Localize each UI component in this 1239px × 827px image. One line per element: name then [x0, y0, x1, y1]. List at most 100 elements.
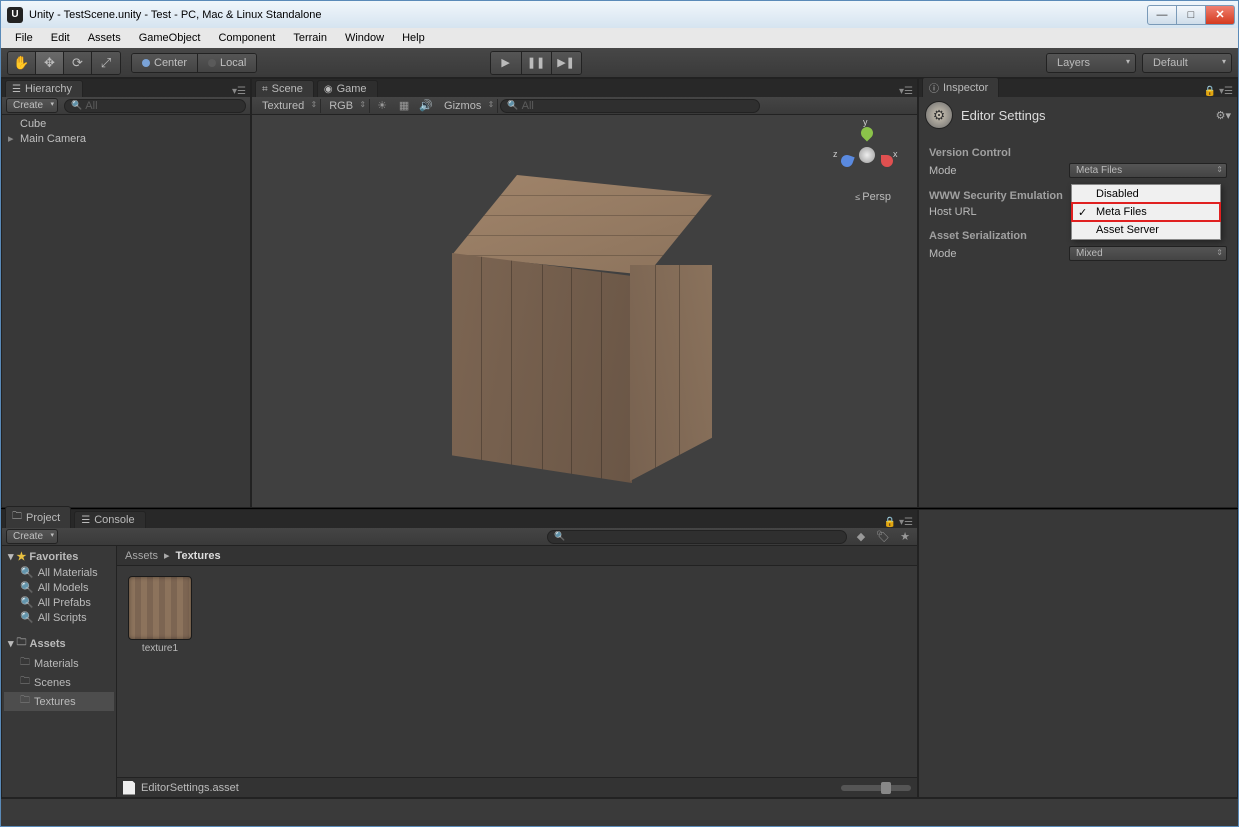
project-panel: 🗀Project ☰Console 🔒 ▾☰ Create 🔍 ◆ 🏷 ★: [1, 509, 918, 798]
scene-search-input[interactable]: 🔍 All: [500, 99, 760, 113]
scene-fx-toggle[interactable]: ▦: [394, 98, 414, 114]
y-axis-cone-icon[interactable]: [859, 125, 876, 142]
console-icon: ☰: [81, 515, 90, 526]
asset-ser-mode-dropdown[interactable]: Mixed: [1069, 246, 1227, 261]
search-icon: 🔍: [20, 596, 34, 609]
tab-hierarchy[interactable]: ☰Hierarchy: [5, 80, 83, 97]
lock-icon[interactable]: 🔒 ▾☰: [884, 517, 917, 528]
hierarchy-search-input[interactable]: 🔍 All: [64, 99, 246, 113]
search-icon: 🔍: [20, 611, 34, 624]
folder-icon: 🗀: [20, 674, 30, 691]
gear-icon: ⚙: [925, 101, 953, 129]
favorite-item[interactable]: 🔍All Scripts: [4, 610, 114, 625]
rotate-tool-button[interactable]: ⟳: [64, 52, 92, 74]
menubar: File Edit Assets GameObject Component Te…: [1, 28, 1238, 48]
scene-audio-toggle[interactable]: 🔊: [416, 98, 436, 114]
layers-dropdown[interactable]: Layers: [1046, 53, 1136, 73]
hierarchy-tree: Cube ▸Main Camera: [2, 115, 250, 507]
step-button[interactable]: ▶❚: [551, 52, 581, 74]
scene-icon: ⌗: [262, 84, 268, 95]
editor-statusbar: [1, 798, 1238, 820]
tab-inspector[interactable]: ⓘInspector: [922, 77, 999, 97]
render-mode-dropdown[interactable]: RGB: [323, 99, 370, 113]
maximize-button[interactable]: □: [1176, 5, 1206, 25]
hierarchy-item[interactable]: ▸Main Camera: [6, 131, 246, 146]
menu-help[interactable]: Help: [394, 30, 433, 46]
gizmo-center-icon[interactable]: [859, 147, 875, 163]
pivot-controls: Center Local: [131, 53, 257, 73]
x-axis-cone-icon[interactable]: [881, 155, 893, 167]
minimize-button[interactable]: ―: [1147, 5, 1177, 25]
folder-item[interactable]: 🗀Scenes: [4, 673, 114, 692]
favorite-item[interactable]: 🔍All Materials: [4, 565, 114, 580]
asset-grid[interactable]: texture1: [117, 566, 917, 777]
menu-file[interactable]: File: [7, 30, 41, 46]
move-tool-button[interactable]: ✥: [36, 52, 64, 74]
shading-mode-dropdown[interactable]: Textured: [256, 99, 321, 113]
menu-terrain[interactable]: Terrain: [285, 30, 335, 46]
assets-group[interactable]: ▾🗀Assets: [4, 633, 114, 654]
popup-option-asset-server[interactable]: Asset Server: [1072, 221, 1220, 239]
tab-project[interactable]: 🗀Project: [5, 506, 71, 528]
play-button[interactable]: ▶: [491, 52, 521, 74]
asset-file-icon: [123, 781, 135, 795]
menu-gameobject[interactable]: GameObject: [131, 30, 209, 46]
pivot-local-button[interactable]: Local: [197, 54, 256, 72]
play-controls: ▶ ❚❚ ▶❚: [490, 51, 582, 75]
inspector-icon: ⓘ: [929, 80, 939, 95]
search-by-type-button[interactable]: ◆: [853, 530, 869, 544]
inspector-panel: ⓘInspector 🔒 ▾☰ ⚙ Editor Settings ⚙▾ Ver…: [918, 78, 1238, 508]
lock-icon[interactable]: 🔒 ▾☰: [1204, 86, 1237, 97]
menu-component[interactable]: Component: [210, 30, 283, 46]
menu-window[interactable]: Window: [337, 30, 392, 46]
panel-menu-icon[interactable]: ▾☰: [232, 86, 250, 97]
popup-option-disabled[interactable]: Disabled: [1072, 185, 1220, 203]
vc-mode-dropdown[interactable]: Meta Files: [1069, 163, 1227, 178]
orientation-gizmo[interactable]: y x z: [837, 125, 897, 185]
favorite-item[interactable]: 🔍All Models: [4, 580, 114, 595]
main-toolbar: ✋ ✥ ⟳ ⤢ Center Local ▶ ❚❚ ▶❚ Layers Defa…: [1, 48, 1238, 78]
asset-label: texture1: [142, 643, 178, 654]
asset-tile[interactable]: texture1: [127, 576, 193, 654]
gizmos-dropdown[interactable]: Gizmos: [438, 99, 498, 113]
hierarchy-create-dropdown[interactable]: Create: [6, 98, 58, 113]
breadcrumb-leaf[interactable]: Textures: [176, 550, 221, 562]
scene-viewport[interactable]: y x z ≤Persp: [252, 115, 917, 507]
pivot-center-button[interactable]: Center: [132, 54, 197, 72]
cube-gameobject[interactable]: [432, 175, 732, 495]
layout-dropdown[interactable]: Default: [1142, 53, 1232, 73]
folder-item[interactable]: 🗀Materials: [4, 654, 114, 673]
breadcrumb-root[interactable]: Assets: [125, 550, 158, 562]
z-axis-cone-icon[interactable]: [839, 153, 854, 168]
tab-scene[interactable]: ⌗Scene: [255, 80, 314, 97]
folder-item[interactable]: 🗀Textures: [4, 692, 114, 711]
scene-light-toggle[interactable]: ☀: [372, 98, 392, 114]
local-icon: [208, 59, 216, 67]
project-create-dropdown[interactable]: Create: [6, 529, 58, 544]
project-tree: ▾★Favorites 🔍All Materials 🔍All Models 🔍…: [2, 546, 117, 797]
scale-tool-button[interactable]: ⤢: [92, 52, 120, 74]
close-button[interactable]: ✕: [1205, 5, 1235, 25]
favorites-group[interactable]: ▾★Favorites: [4, 548, 114, 565]
project-icon: 🗀: [12, 509, 22, 526]
tab-game[interactable]: ◉Game: [317, 80, 378, 97]
component-menu-icon[interactable]: ⚙▾: [1216, 109, 1231, 122]
unity-logo-icon: U: [7, 7, 23, 23]
menu-assets[interactable]: Assets: [80, 30, 129, 46]
projection-toggle[interactable]: ≤Persp: [855, 191, 891, 203]
save-search-button[interactable]: ★: [897, 530, 913, 544]
popup-option-meta-files[interactable]: Meta Files: [1072, 203, 1220, 221]
x-axis-label: x: [893, 149, 898, 159]
star-icon: ★: [17, 550, 27, 563]
thumbnail-size-slider[interactable]: [841, 785, 911, 791]
hierarchy-item[interactable]: Cube: [6, 117, 246, 131]
menu-edit[interactable]: Edit: [43, 30, 78, 46]
pause-button[interactable]: ❚❚: [521, 52, 551, 74]
project-search-input[interactable]: 🔍: [547, 530, 847, 544]
tab-console[interactable]: ☰Console: [74, 511, 145, 528]
host-url-label: Host URL: [929, 206, 1069, 218]
panel-menu-icon[interactable]: ▾☰: [899, 86, 917, 97]
search-by-label-button[interactable]: 🏷: [875, 530, 891, 544]
favorite-item[interactable]: 🔍All Prefabs: [4, 595, 114, 610]
hand-tool-button[interactable]: ✋: [8, 52, 36, 74]
